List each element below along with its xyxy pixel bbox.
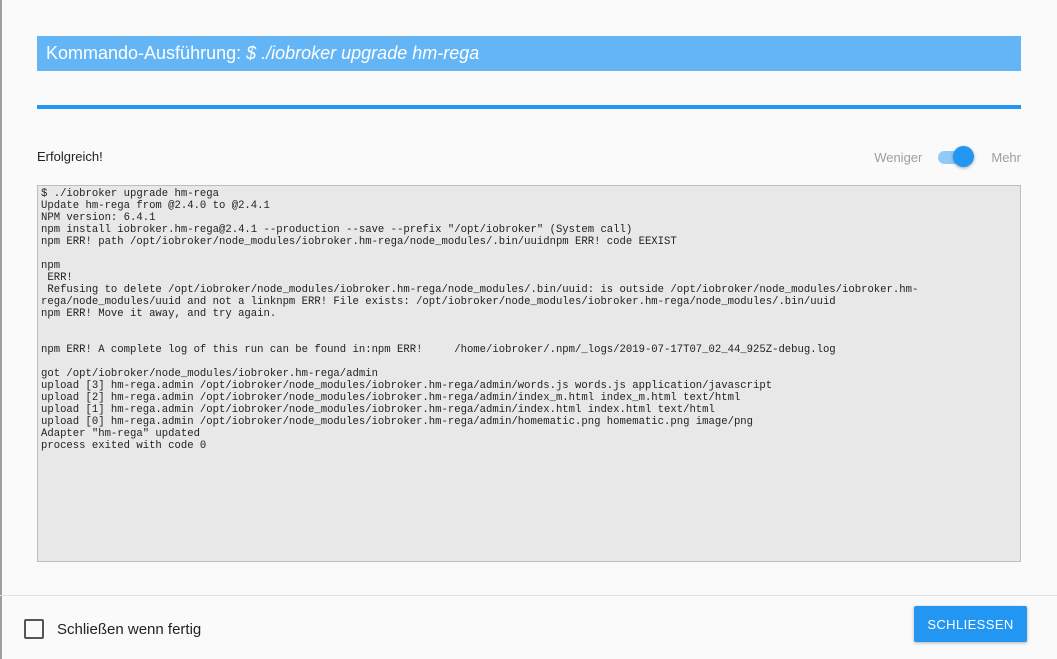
command-log-output[interactable]: $ ./iobroker upgrade hm-rega Update hm-re… [37, 185, 1021, 562]
log-line: npm ERR! path /opt/iobroker/node_modules… [41, 236, 677, 248]
log-line: process exited with code 0 [41, 440, 207, 452]
progress-bar [37, 105, 1021, 109]
toggle-thumb[interactable] [953, 146, 975, 167]
close-when-done-label: Schließen wenn fertig [57, 620, 202, 638]
log-line: npm ERR! A complete log of this run can … [41, 344, 836, 356]
log-line: upload [2] hm-rega.admin /opt/iobroker/n… [41, 392, 741, 404]
log-line: npm ERR! Move it away, and try again. [41, 308, 277, 320]
dialog-title: Kommando-Ausführung: $ ./iobroker upgrad… [37, 36, 1021, 71]
log-line: Refusing to delete /opt/iobroker/node_mo… [41, 284, 919, 296]
log-line: npm [41, 260, 61, 272]
log-line: NPM version: 6.4.1 [41, 212, 156, 224]
log-line: $ ./iobroker upgrade hm-rega [41, 188, 220, 200]
log-line: ERR! [41, 272, 73, 284]
verbosity-toggle[interactable] [936, 146, 975, 168]
status-text: Erfolgreich! [37, 149, 103, 164]
log-line: upload [1] hm-rega.admin /opt/iobroker/n… [41, 404, 715, 416]
log-line: upload [3] hm-rega.admin /opt/iobroker/n… [41, 380, 773, 392]
dialog-title-command: $ ./iobroker upgrade hm-rega [246, 43, 480, 63]
log-line: upload [0] hm-rega.admin /opt/iobroker/n… [41, 416, 754, 428]
verbosity-toggle-row: Weniger Mehr [874, 146, 1021, 168]
log-line: Update hm-rega from @2.4.0 to @2.4.1 [41, 200, 270, 212]
toggle-label-less: Weniger [874, 149, 923, 165]
log-line: got /opt/iobroker/node_modules/iobroker.… [41, 368, 378, 380]
command-dialog: Kommando-Ausführung: $ ./iobroker upgrad… [0, 0, 1057, 659]
window-edge [0, 0, 2, 659]
footer-divider [0, 595, 1057, 596]
log-line: npm install iobroker.hm-rega@2.4.1 --pro… [41, 224, 633, 236]
close-button[interactable]: SCHLIESSEN [914, 606, 1027, 642]
log-line: rega/node_modules/uuid and not a linknpm… [41, 296, 836, 308]
toggle-label-more: Mehr [991, 149, 1021, 165]
close-when-done-option[interactable]: Schließen wenn fertig [24, 617, 201, 641]
dialog-title-prefix: Kommando-Ausführung: [46, 43, 247, 63]
log-line: Adapter "hm-rega" updated [41, 428, 200, 440]
progress-bar-fill [37, 105, 1021, 109]
close-when-done-checkbox[interactable] [24, 619, 44, 639]
